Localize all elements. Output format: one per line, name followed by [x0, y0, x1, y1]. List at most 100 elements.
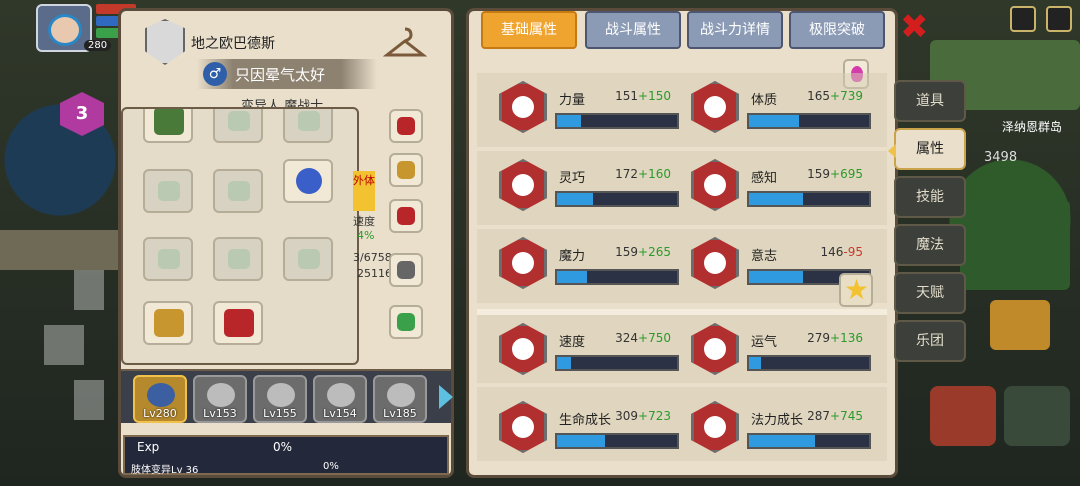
mutation-percent: 0% — [323, 461, 339, 472]
equip-slot-shoulder[interactable] — [389, 153, 423, 187]
stat-base-value: 287 — [807, 409, 831, 423]
equip-slot-ring[interactable] — [389, 305, 423, 339]
stat-bonus-value: +160 — [638, 167, 671, 181]
tab-basic-attributes[interactable]: 基础属性 — [481, 11, 577, 49]
equip-slot-amulet[interactable] — [389, 109, 423, 143]
equip-slot-armor[interactable] — [143, 301, 193, 345]
equip-slot-empty[interactable] — [143, 169, 193, 213]
stat-value: 151+150 — [615, 89, 671, 103]
favorite-button[interactable]: ★ — [839, 273, 873, 307]
equip-slot-gem[interactable] — [283, 159, 333, 203]
gem-icon — [296, 168, 322, 194]
equip-slot-head[interactable] — [143, 109, 193, 143]
slot-placeholder-icon — [298, 111, 320, 131]
hanger-icon[interactable] — [383, 25, 427, 61]
scroll-right-arrow-icon[interactable] — [439, 385, 453, 409]
equip-slot-chest[interactable] — [389, 199, 423, 233]
team-member-portrait[interactable]: Lv154 — [313, 375, 367, 423]
player-level-badge: 280 — [84, 40, 112, 51]
menu-item-attributes[interactable]: 属性 — [888, 128, 966, 170]
menu-item-label: 属性 — [916, 141, 944, 157]
equip-slot-empty[interactable] — [213, 109, 263, 143]
dpad-left[interactable] — [44, 325, 84, 365]
stat-bonus-value: +745 — [830, 409, 863, 423]
stat-cell: 魔力 159+265 — [487, 237, 679, 295]
equip-slot-empty[interactable] — [213, 237, 263, 281]
stat-cell: 感知 159+695 — [679, 159, 871, 217]
stat-icon-symbol — [704, 338, 726, 360]
menu-item-talent[interactable]: 天赋 — [894, 272, 966, 314]
stat-bonus-value: +739 — [830, 89, 863, 103]
dpad-down[interactable] — [74, 380, 104, 420]
stat-progress-bar — [747, 355, 871, 371]
meat-food-icon[interactable] — [930, 386, 996, 446]
sleep-camp-icon[interactable] — [1004, 386, 1070, 446]
team-member-level: Lv153 — [203, 407, 237, 420]
stat-cell: 法力成长 287+745 — [679, 401, 871, 459]
stat-base-value: 279 — [807, 331, 831, 345]
menu-item-magic[interactable]: 魔法 — [894, 224, 966, 266]
tab-combat-attributes[interactable]: 战斗属性 — [585, 11, 681, 49]
portrait-head — [207, 383, 235, 407]
speed-icon — [499, 323, 547, 375]
equip-slot-weapon[interactable] — [389, 253, 423, 287]
stat-progress-fill — [557, 115, 581, 127]
stat-value: 324+750 — [615, 331, 671, 345]
side-stat-percent: 4% — [357, 229, 375, 242]
stat-icon-symbol — [512, 174, 534, 196]
constitution-icon — [691, 81, 739, 133]
stat-value: 146-95 — [820, 245, 863, 259]
team-member-level: Lv185 — [383, 407, 417, 420]
team-member-portrait[interactable]: Lv185 — [373, 375, 427, 423]
team-member-level: Lv154 — [323, 407, 357, 420]
stat-cell: 速度 324+750 — [487, 323, 679, 381]
hex-level-value: 3 — [75, 103, 89, 124]
tab-combat-power-details[interactable]: 战斗力详情 — [687, 11, 783, 49]
stat-name: 魔力 — [559, 249, 586, 264]
side-stat-value-2: 25116 — [357, 267, 392, 280]
stat-progress-fill — [749, 271, 803, 283]
stat-name: 意志 — [751, 249, 778, 264]
close-button[interactable]: ✖ — [900, 10, 936, 44]
exit-icon[interactable] — [1046, 6, 1072, 32]
magic-icon — [499, 237, 547, 289]
stat-icon-symbol — [704, 174, 726, 196]
equip-slot-empty[interactable] — [213, 169, 263, 213]
equip-slot-empty[interactable] — [283, 109, 333, 143]
amulet-icon — [397, 117, 415, 135]
stat-icon-symbol — [512, 338, 534, 360]
stat-progress-fill — [557, 271, 587, 283]
portrait-head — [327, 383, 355, 407]
stat-cell: 体质 165+739 — [679, 81, 871, 139]
team-member-portrait[interactable]: Lv280 — [133, 375, 187, 423]
slot-placeholder-icon — [228, 249, 250, 269]
outer-body-tag[interactable]: 外体 — [353, 171, 375, 211]
stat-icon-symbol — [512, 96, 534, 118]
tab-limit-break[interactable]: 极限突破 — [789, 11, 885, 49]
stat-bonus-value: +723 — [638, 409, 671, 423]
stat-base-value: 309 — [615, 409, 639, 423]
active-caret-icon — [888, 144, 896, 158]
equip-slot-empty[interactable] — [143, 237, 193, 281]
network-icon[interactable] — [1010, 6, 1036, 32]
luck-icon — [691, 323, 739, 375]
male-gender-icon: ♂ — [203, 62, 227, 86]
stat-icon-symbol — [704, 96, 726, 118]
equip-slot-empty[interactable] — [283, 237, 333, 281]
equip-slot-cape[interactable] — [213, 301, 263, 345]
stat-progress-bar — [555, 191, 679, 207]
weapon-icon — [397, 261, 415, 279]
menu-item-skills[interactable]: 技能 — [894, 176, 966, 218]
menu-item-items[interactable]: 道具 — [894, 80, 966, 122]
stat-name: 法力成长 — [751, 413, 804, 428]
stat-cell: 力量 151+150 — [487, 81, 679, 139]
team-member-portrait[interactable]: Lv153 — [193, 375, 247, 423]
dpad-up[interactable] — [74, 270, 104, 310]
stat-base-value: 165 — [807, 89, 831, 103]
exp-box: Exp 0% 肢体变异Lv 36 0% — [123, 435, 449, 476]
team-member-portrait[interactable]: Lv155 — [253, 375, 307, 423]
stat-name: 运气 — [751, 335, 778, 350]
menu-item-band[interactable]: 乐团 — [894, 320, 966, 362]
stat-icon-symbol — [512, 416, 534, 438]
stat-bonus-value: +750 — [638, 331, 671, 345]
